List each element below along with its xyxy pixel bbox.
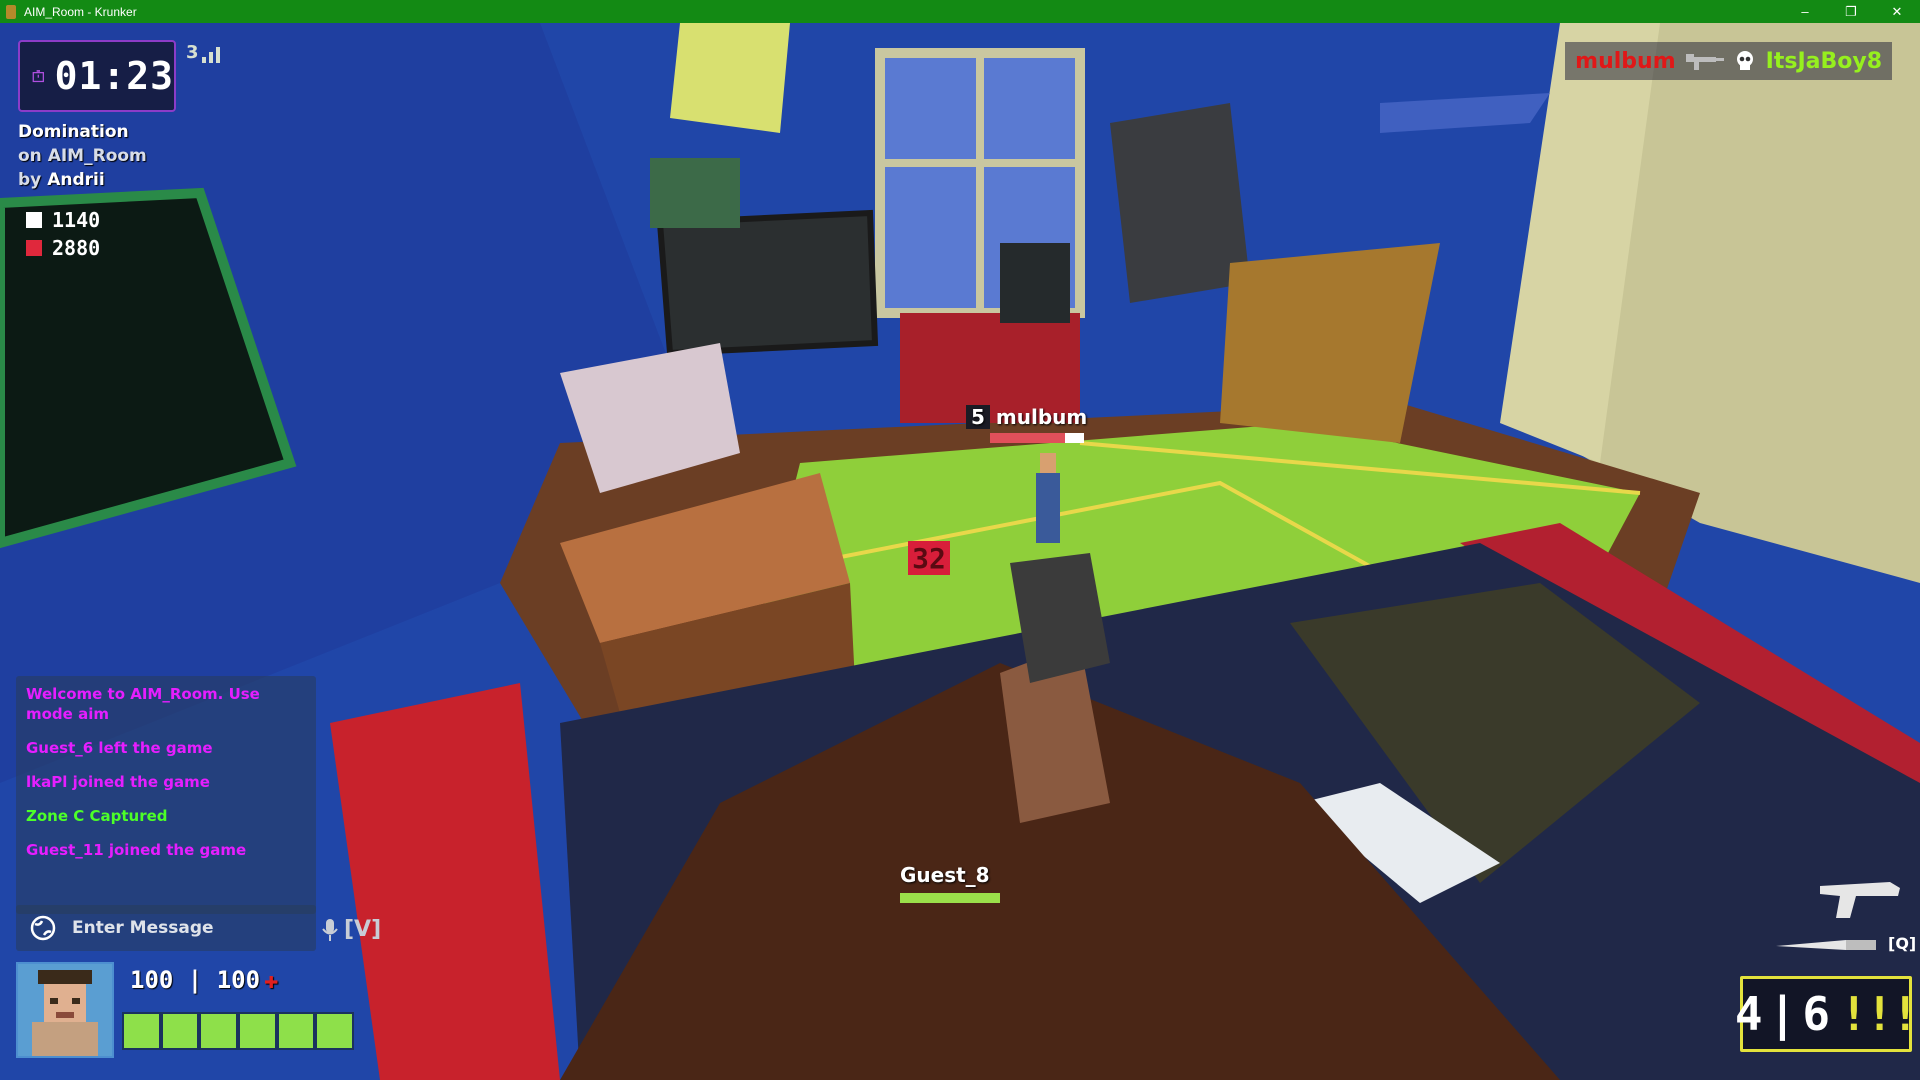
health-segment <box>201 1014 237 1048</box>
enemy-health-bar <box>990 433 1084 443</box>
killfeed-killer: mulbum <box>1575 48 1676 74</box>
team-color-swatch <box>26 240 42 256</box>
voice-chat-hint: [V] <box>322 917 381 942</box>
author-name: Andrii <box>47 170 105 190</box>
team-score: 1140 <box>52 208 101 232</box>
player-avatar <box>16 962 114 1058</box>
health-readout: 100 | 100 ✚ <box>130 966 279 994</box>
team-score-row: 2880 <box>26 234 100 262</box>
rifle-icon <box>1685 54 1724 70</box>
damage-number: 32 <box>908 541 950 575</box>
map-name: on AIM_Room <box>18 146 147 166</box>
health-text: 100 | 100 <box>130 966 261 994</box>
killfeed-victim: ItsJaBoy8 <box>1765 48 1882 74</box>
poster-green <box>650 158 740 228</box>
health-segment <box>278 1014 314 1048</box>
maximize-button[interactable]: ❐ <box>1828 0 1874 23</box>
ammo-counter: 4 | 6!!! <box>1735 976 1919 1052</box>
ammo-current: 4 <box>1734 987 1763 1041</box>
close-button[interactable]: ✕ <box>1874 0 1920 23</box>
chat-message: Welcome to AIM_Room. Use mode aim <box>26 685 260 723</box>
chat-message: Guest_6 left the game <box>26 739 213 757</box>
corkboard <box>1110 103 1250 303</box>
computer-monitor <box>1000 243 1070 323</box>
window-title: AIM_Room - Krunker <box>24 4 137 19</box>
timer-text: 01:23 <box>54 54 174 98</box>
globe-icon[interactable] <box>30 915 56 941</box>
chat-input-bar <box>16 905 316 951</box>
health-plus-icon: ✚ <box>264 966 279 994</box>
team-score-row: 1140 <box>26 206 100 234</box>
chat-message: Zone C Captured <box>26 807 168 825</box>
health-bar <box>122 1012 354 1050</box>
wall-clock <box>670 23 790 133</box>
pistol-icon[interactable] <box>1820 878 1904 922</box>
voice-key: [V] <box>344 917 382 942</box>
chat-message: Guest_11 joined the game <box>26 841 247 859</box>
friendly-health-bar <box>900 893 1000 903</box>
tv-screen <box>656 209 879 357</box>
magazine-icons: !!! <box>1840 987 1919 1041</box>
enemy-player-model <box>1036 473 1060 543</box>
window-controls: – ❐ ✕ <box>1782 0 1920 23</box>
health-segment <box>124 1014 159 1048</box>
krunker-app-icon <box>6 4 16 19</box>
signal-icon <box>201 57 206 63</box>
friendly-nameplate: Guest_8 <box>900 863 1000 903</box>
enemy-level-badge: 5 <box>966 405 990 429</box>
kill-feed: mulbum ItsJaBoy8 <box>1565 42 1892 80</box>
game-mode: Domination <box>18 122 129 142</box>
ammo-total: 6 <box>1802 987 1831 1041</box>
team-score: 2880 <box>52 236 101 260</box>
health-segment <box>317 1014 353 1048</box>
map-author: by Andrii <box>18 168 147 192</box>
enemy-nameplate: 5 mulbum <box>966 405 1087 443</box>
game-mode-info: Domination on AIM_Room by Andrii <box>18 120 147 192</box>
author-prefix: by <box>18 170 42 190</box>
team-color-swatch <box>26 212 42 228</box>
ping-value: 3 <box>186 42 199 63</box>
stopwatch-icon <box>32 70 44 83</box>
microphone-icon <box>322 918 338 941</box>
knife-icon[interactable] <box>1776 934 1878 956</box>
chat-log: Welcome to AIM_Room. Use mode aim Guest_… <box>16 676 316 914</box>
minimize-button[interactable]: – <box>1782 0 1828 23</box>
enemy-name: mulbum <box>995 405 1088 429</box>
chat-input[interactable] <box>70 917 274 939</box>
melee-key-hint: [Q] <box>1888 934 1917 953</box>
player-avatar-image <box>32 970 98 1056</box>
ammo-separator: | <box>1768 987 1797 1041</box>
ping-indicator: 3 <box>186 42 220 63</box>
team-scores: 1140 2880 <box>26 206 100 262</box>
skull-icon <box>1736 51 1753 70</box>
chat-message: lkaPl joined the game <box>26 773 210 791</box>
health-segment <box>162 1014 198 1048</box>
friendly-name: Guest_8 <box>900 863 990 887</box>
window-title-bar: AIM_Room - Krunker – ❐ ✕ <box>0 0 1920 23</box>
health-segment <box>240 1014 275 1048</box>
round-timer: 01:23 <box>18 40 176 112</box>
